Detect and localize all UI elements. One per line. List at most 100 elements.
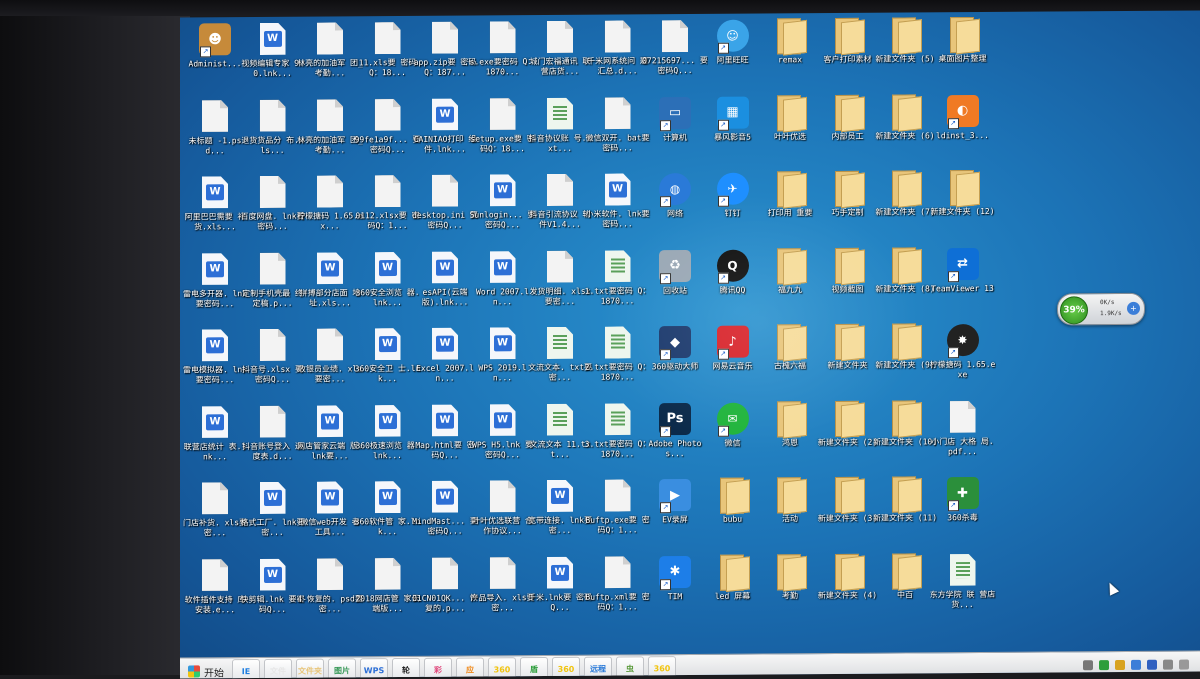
desktop-icon[interactable]: 叶叶优选联营 合作协议... [470,478,536,552]
tray-volume-icon[interactable] [1179,659,1189,670]
desktop-icon[interactable]: 1.txt要密码 Q：1870... [585,248,651,322]
desktop-icon[interactable]: ◆ ↗ 360驱动大师 [642,324,708,398]
desktop-icon[interactable]: W 千米.lnk要 密码Q... [527,554,593,628]
taskbar-item[interactable]: 盾 [520,656,548,679]
desktop-icon[interactable]: 微信双开. bat要密码... [585,95,651,169]
desktop-icon[interactable]: Ps ↗ Adobe Photos... [642,400,708,474]
desktop-icon[interactable]: 新建文件夹 [815,323,881,397]
desktop-icon[interactable]: W WPS 2019.ln... [470,325,536,399]
desktop-icon[interactable]: 桌面图片整理 [930,16,996,90]
desktop-icon[interactable]: led 屏幕 [700,553,766,627]
desktop-icon[interactable]: 福九九 [757,247,823,321]
tray-bluetooth-icon[interactable] [1147,659,1157,670]
desktop-icon[interactable]: ✱ ↗ TIM [642,553,708,627]
desktop-icon[interactable]: W 联营店统计 表.lnk... [182,404,248,478]
desktop-icon[interactable]: 99fe1a9f... 要密码Q... [355,96,421,170]
desktop-icon[interactable]: ▶ ↗ EV录屏 [642,477,708,551]
desktop-icon[interactable]: O1CN01QK... 恢复的.p... [412,555,478,629]
taskbar-item[interactable]: IE [232,659,260,679]
desktop-icon[interactable]: W 360安全卫 士.lnk... [355,326,421,400]
desktop-icon[interactable]: W 360软件管 家.lnk... [355,479,421,553]
desktop-icon[interactable]: Buftp.exe要 密码Q：1... [585,477,651,551]
desktop-icon[interactable]: 新建文件夹 (7) [872,169,938,243]
taskbar-item[interactable]: 文件 [264,658,292,679]
desktop-icon[interactable]: 11.xls要 密码Q：18... [355,20,421,94]
tray-cube-icon[interactable] [1131,659,1141,670]
desktop-icon[interactable]: 新建文件夹 (10) [872,399,938,473]
desktop-icon[interactable]: W 网店管家云端 版.lnk要... [297,403,363,477]
desktop-icon[interactable]: 小门店 大格 局.pdf... [930,398,996,472]
desktop-icon[interactable]: 考勤 [757,553,823,627]
desktop-icon[interactable]: 活动 [757,476,823,550]
desktop-icon[interactable]: 叶叶优选 [757,94,823,168]
desktop-icon[interactable]: ✚ ↗ 360杀毒 [930,475,996,549]
desktop-icon[interactable]: 古槐六福 [757,323,823,397]
desktop-icon[interactable]: W 宽带连接. lnk要密... [527,478,593,552]
desktop-icon[interactable]: ♪ ↗ 网易云音乐 [700,323,766,397]
desktop-icon[interactable]: W 360安全浏览 器.lnk... [355,249,421,323]
desktop-icon[interactable]: 抖音号.xlsx 要密码Q... [240,327,306,401]
taskbar-item[interactable]: 远程 [584,656,612,679]
desktop-icon[interactable]: 2018网店管 家云端版... [355,555,421,629]
desktop-icon[interactable]: setup.exe要 密码Q：18... [470,96,536,170]
desktop-icon[interactable]: 2.txt要密码 Q：1870... [585,324,651,398]
desktop-icon[interactable]: W 微信web开发 者工具... [297,479,363,553]
taskbar-item[interactable]: 360 [648,656,676,679]
desktop-icon[interactable]: W Map.html要 密码Q... [412,402,478,476]
network-speed-widget[interactable]: 39% 0K/s 1.9K/s + [1057,292,1145,326]
desktop-icon[interactable]: 打印用 重要 [757,170,823,244]
desktop-icon[interactable]: 门店补货. xls要密... [182,480,248,554]
desktop-icon[interactable]: 新建文件夹 (2) [815,399,881,473]
desktop-icon[interactable]: ⇄ ↗ TeamViewer 13 [930,245,996,319]
start-button[interactable]: 开始 [182,660,230,679]
taskbar-item[interactable]: 应 [456,657,484,679]
desktop-icon[interactable]: 新建文件夹 (12) [930,169,996,243]
desktop-icon[interactable]: W Sunlogin... 要密码Q... [470,172,536,246]
desktop-icon[interactable]: 巧手定制 [815,170,881,244]
desktop-icon[interactable]: W Word 2007.ln... [470,249,536,323]
desktop-icon[interactable]: 发货明细. xlsx要密... [527,248,593,322]
desktop-icon[interactable]: WesAPI(云端 版).lnk... [412,249,478,323]
desktop-icon[interactable]: 新建文件夹 (11) [872,475,938,549]
desktop-icon[interactable]: 抖音引流协议 软件V1.4... [527,172,593,246]
desktop-icon[interactable]: 视频截图 [815,246,881,320]
desktop-icon[interactable]: ☺ ↗ 阿里旺旺 [700,17,766,91]
accelerate-icon[interactable]: + [1127,301,1140,315]
desktop-icon[interactable]: 新建文件夹 (6) [872,93,938,167]
desktop-icon[interactable]: 内部员工 [815,93,881,167]
taskbar-item[interactable]: 彩 [424,657,452,679]
desktop-icon[interactable]: ▭ ↗ 计算机 [642,94,708,168]
desktop-icon[interactable]: W 360极速浏览 器.lnk... [355,402,421,476]
desktop-icon[interactable]: 收银员业绩. xls要密... [297,326,363,400]
taskbar-item[interactable]: 文件夹 [296,658,324,679]
desktop-icon[interactable]: 07215697... 要密码Q... [642,18,708,92]
desktop-icon[interactable]: 林亮的加油军 团_考勤... [297,20,363,94]
desktop-icon[interactable]: 新建文件夹 (4) [815,552,881,626]
taskbar-item[interactable]: 轮 [392,657,420,679]
desktop-icon[interactable]: 林亮的加油军 团_考勤... [297,97,363,171]
desktop-icon[interactable]: 退货货品分 布.xls... [240,97,306,171]
desktop-icon[interactable]: W Excel 2007.ln... [412,325,478,399]
desktop-icon[interactable]: 抖音账号登入 进度表.d... [240,403,306,477]
desktop-icon[interactable]: desktop.ini 要密码Q... [412,172,478,246]
desktop-icon[interactable]: 城门宏福通讯 联营店货... [527,19,593,93]
desktop-icon[interactable]: 东方学院 联 营店货... [930,551,996,625]
desktop-icon[interactable]: W MindMast... 要密码Q... [412,478,478,552]
desktop-icon[interactable]: 未标题 -1.psd... [182,98,248,172]
desktop-icon[interactable]: W 小米软件. lnk要密码... [585,171,651,245]
desktop-icon[interactable]: ♻ ↗ 回收站 [642,247,708,321]
desktop-icon[interactable]: ✸ ↗ 柠檬搪码 1.65.exe [930,322,996,396]
taskbar-item[interactable]: 图片 [328,658,356,679]
desktop-icon[interactable]: Q ↗ 腾讯QQ [700,247,766,321]
desktop-icon[interactable]: 抖音协议账 号.txt... [527,95,593,169]
desktop-icon[interactable]: 新建文件夹 (3) [815,476,881,550]
desktop-icon[interactable]: W 拼搏部分店面 地址.xls... [297,250,363,324]
desktop-icon[interactable]: 0112.xlsx要 密码Q：1... [355,173,421,247]
desktop-icon[interactable]: 中百 [872,552,938,626]
desktop-icon[interactable]: 产品导入. xls要密... [470,555,536,629]
desktop-icon[interactable]: W 视频编辑专家 9.0.lnk... [240,21,306,95]
tray-network-icon[interactable] [1163,659,1173,670]
taskbar-item[interactable]: 虫 [616,656,644,679]
desktop-icon[interactable]: W 快剪辑.lnk 要密码Q... [240,556,306,630]
desktop-icon[interactable]: 软件插件支持 库安装.e... [182,557,248,631]
